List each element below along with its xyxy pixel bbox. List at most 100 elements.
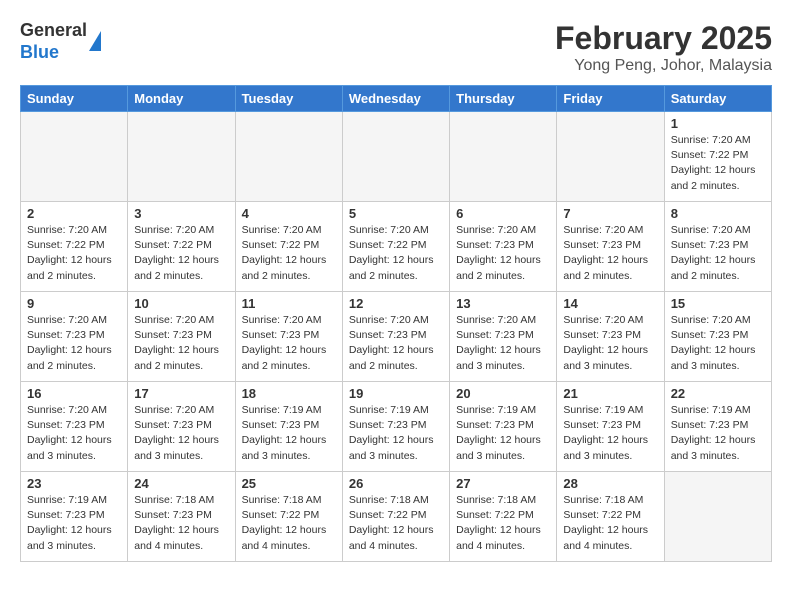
- day-info: Sunrise: 7:18 AM Sunset: 7:22 PM Dayligh…: [456, 493, 550, 554]
- day-number: 21: [563, 386, 657, 401]
- day-info: Sunrise: 7:20 AM Sunset: 7:23 PM Dayligh…: [134, 313, 228, 374]
- day-number: 11: [242, 296, 336, 311]
- weekday-header-sunday: Sunday: [21, 86, 128, 112]
- day-number: 12: [349, 296, 443, 311]
- day-number: 3: [134, 206, 228, 221]
- calendar-cell: [664, 472, 771, 562]
- day-info: Sunrise: 7:20 AM Sunset: 7:22 PM Dayligh…: [671, 133, 765, 194]
- day-number: 8: [671, 206, 765, 221]
- day-number: 6: [456, 206, 550, 221]
- day-number: 1: [671, 116, 765, 131]
- day-number: 10: [134, 296, 228, 311]
- day-info: Sunrise: 7:20 AM Sunset: 7:23 PM Dayligh…: [671, 313, 765, 374]
- day-info: Sunrise: 7:19 AM Sunset: 7:23 PM Dayligh…: [456, 403, 550, 464]
- day-number: 14: [563, 296, 657, 311]
- calendar-cell: 22 Sunrise: 7:19 AM Sunset: 7:23 PM Dayli…: [664, 382, 771, 472]
- calendar-cell: 4 Sunrise: 7:20 AM Sunset: 7:22 PM Daylig…: [235, 202, 342, 292]
- calendar-cell: 19Sunrise: 7:19 AM Sunset: 7:23 PM Dayli…: [342, 382, 449, 472]
- logo-text: General Blue: [20, 20, 87, 63]
- calendar-cell: 10 Sunrise: 7:20 AM Sunset: 7:23 PM Dayli…: [128, 292, 235, 382]
- week-row-4: 23 Sunrise: 7:19 AM Sunset: 7:23 PM Dayli…: [21, 472, 772, 562]
- calendar-body: 1 Sunrise: 7:20 AM Sunset: 7:22 PM Daylig…: [21, 112, 772, 562]
- day-number: 16: [27, 386, 121, 401]
- calendar-cell: [557, 112, 664, 202]
- location-title: Yong Peng, Johor, Malaysia: [555, 57, 772, 75]
- calendar-cell: [342, 112, 449, 202]
- calendar-cell: 6 Sunrise: 7:20 AM Sunset: 7:23 PM Daylig…: [450, 202, 557, 292]
- weekday-header-friday: Friday: [557, 86, 664, 112]
- day-info: Sunrise: 7:20 AM Sunset: 7:23 PM Dayligh…: [563, 313, 657, 374]
- day-number: 5: [349, 206, 443, 221]
- calendar-cell: 25 Sunrise: 7:18 AM Sunset: 7:22 PM Dayli…: [235, 472, 342, 562]
- calendar-cell: 17 Sunrise: 7:20 AM Sunset: 7:23 PM Dayli…: [128, 382, 235, 472]
- day-info: Sunrise: 7:20 AM Sunset: 7:23 PM Dayligh…: [242, 313, 336, 374]
- calendar-cell: 11 Sunrise: 7:20 AM Sunset: 7:23 PM Dayli…: [235, 292, 342, 382]
- day-number: 22: [671, 386, 765, 401]
- day-number: 26: [349, 476, 443, 491]
- day-info: Sunrise: 7:18 AM Sunset: 7:22 PM Dayligh…: [242, 493, 336, 554]
- day-info: Sunrise: 7:19 AM Sunset: 7:23 PM Dayligh…: [563, 403, 657, 464]
- weekday-header-saturday: Saturday: [664, 86, 771, 112]
- day-info: Sunrise: 7:20 AM Sunset: 7:22 PM Dayligh…: [134, 223, 228, 284]
- calendar-cell: 1 Sunrise: 7:20 AM Sunset: 7:22 PM Daylig…: [664, 112, 771, 202]
- day-info: Sunrise: 7:19 AM Sunset: 7:23 PM Dayligh…: [349, 403, 443, 464]
- weekday-header-wednesday: Wednesday: [342, 86, 449, 112]
- week-row-2: 9 Sunrise: 7:20 AM Sunset: 7:23 PM Daylig…: [21, 292, 772, 382]
- day-info: Sunrise: 7:19 AM Sunset: 7:23 PM Dayligh…: [671, 403, 765, 464]
- day-number: 23: [27, 476, 121, 491]
- month-title: February 2025: [555, 20, 772, 57]
- page-header: General Blue February 2025 Yong Peng, Jo…: [20, 20, 772, 75]
- day-info: Sunrise: 7:18 AM Sunset: 7:22 PM Dayligh…: [563, 493, 657, 554]
- day-info: Sunrise: 7:20 AM Sunset: 7:23 PM Dayligh…: [134, 403, 228, 464]
- day-number: 13: [456, 296, 550, 311]
- calendar-cell: 26 Sunrise: 7:18 AM Sunset: 7:22 PM Dayli…: [342, 472, 449, 562]
- day-info: Sunrise: 7:20 AM Sunset: 7:23 PM Dayligh…: [456, 313, 550, 374]
- calendar-cell: 28 Sunrise: 7:18 AM Sunset: 7:22 PM Dayli…: [557, 472, 664, 562]
- day-info: Sunrise: 7:19 AM Sunset: 7:23 PM Dayligh…: [242, 403, 336, 464]
- calendar-cell: 12 Sunrise: 7:20 AM Sunset: 7:23 PM Dayli…: [342, 292, 449, 382]
- calendar-header: SundayMondayTuesdayWednesdayThursdayFrid…: [21, 86, 772, 112]
- day-number: 25: [242, 476, 336, 491]
- calendar-cell: 16Sunrise: 7:20 AM Sunset: 7:23 PM Dayli…: [21, 382, 128, 472]
- day-number: 4: [242, 206, 336, 221]
- calendar-cell: 23 Sunrise: 7:19 AM Sunset: 7:23 PM Dayli…: [21, 472, 128, 562]
- day-info: Sunrise: 7:18 AM Sunset: 7:22 PM Dayligh…: [349, 493, 443, 554]
- calendar-cell: 15 Sunrise: 7:20 AM Sunset: 7:23 PM Dayli…: [664, 292, 771, 382]
- calendar-cell: 7Sunrise: 7:20 AM Sunset: 7:23 PM Daylig…: [557, 202, 664, 292]
- title-block: February 2025 Yong Peng, Johor, Malaysia: [555, 20, 772, 75]
- calendar-cell: 18Sunrise: 7:19 AM Sunset: 7:23 PM Dayli…: [235, 382, 342, 472]
- calendar-cell: 3 Sunrise: 7:20 AM Sunset: 7:22 PM Daylig…: [128, 202, 235, 292]
- week-row-3: 16 Sunrise: 7:20 AM Sunset: 7:23 PM Dayli…: [21, 382, 772, 472]
- calendar-cell: 14 Sunrise: 7:20 AM Sunset: 7:23 PM Dayli…: [557, 292, 664, 382]
- week-row-1: 2 Sunrise: 7:20 AM Sunset: 7:22 PM Daylig…: [21, 202, 772, 292]
- day-info: Sunrise: 7:20 AM Sunset: 7:23 PM Dayligh…: [671, 223, 765, 284]
- logo: General Blue: [20, 20, 101, 63]
- day-number: 20: [456, 386, 550, 401]
- week-row-0: 1 Sunrise: 7:20 AM Sunset: 7:22 PM Daylig…: [21, 112, 772, 202]
- calendar-cell: 24Sunrise: 7:18 AM Sunset: 7:23 PM Dayli…: [128, 472, 235, 562]
- day-info: Sunrise: 7:20 AM Sunset: 7:22 PM Dayligh…: [242, 223, 336, 284]
- day-info: Sunrise: 7:18 AM Sunset: 7:23 PM Dayligh…: [134, 493, 228, 554]
- calendar-cell: 21 Sunrise: 7:19 AM Sunset: 7:23 PM Dayli…: [557, 382, 664, 472]
- calendar-cell: [21, 112, 128, 202]
- day-number: 15: [671, 296, 765, 311]
- day-info: Sunrise: 7:19 AM Sunset: 7:23 PM Dayligh…: [27, 493, 121, 554]
- logo-triangle-icon: [89, 31, 101, 51]
- day-info: Sunrise: 7:20 AM Sunset: 7:22 PM Dayligh…: [27, 223, 121, 284]
- day-info: Sunrise: 7:20 AM Sunset: 7:23 PM Dayligh…: [349, 313, 443, 374]
- day-number: 28: [563, 476, 657, 491]
- day-number: 27: [456, 476, 550, 491]
- calendar-cell: 2 Sunrise: 7:20 AM Sunset: 7:22 PM Daylig…: [21, 202, 128, 292]
- calendar-cell: 8 Sunrise: 7:20 AM Sunset: 7:23 PM Daylig…: [664, 202, 771, 292]
- calendar-cell: [450, 112, 557, 202]
- calendar-cell: [128, 112, 235, 202]
- day-number: 7: [563, 206, 657, 221]
- day-number: 9: [27, 296, 121, 311]
- day-number: 17: [134, 386, 228, 401]
- calendar-table: SundayMondayTuesdayWednesdayThursdayFrid…: [20, 85, 772, 562]
- day-number: 2: [27, 206, 121, 221]
- day-info: Sunrise: 7:20 AM Sunset: 7:22 PM Dayligh…: [349, 223, 443, 284]
- calendar-cell: 9Sunrise: 7:20 AM Sunset: 7:23 PM Daylig…: [21, 292, 128, 382]
- calendar-cell: 27 Sunrise: 7:18 AM Sunset: 7:22 PM Dayli…: [450, 472, 557, 562]
- day-info: Sunrise: 7:20 AM Sunset: 7:23 PM Dayligh…: [456, 223, 550, 284]
